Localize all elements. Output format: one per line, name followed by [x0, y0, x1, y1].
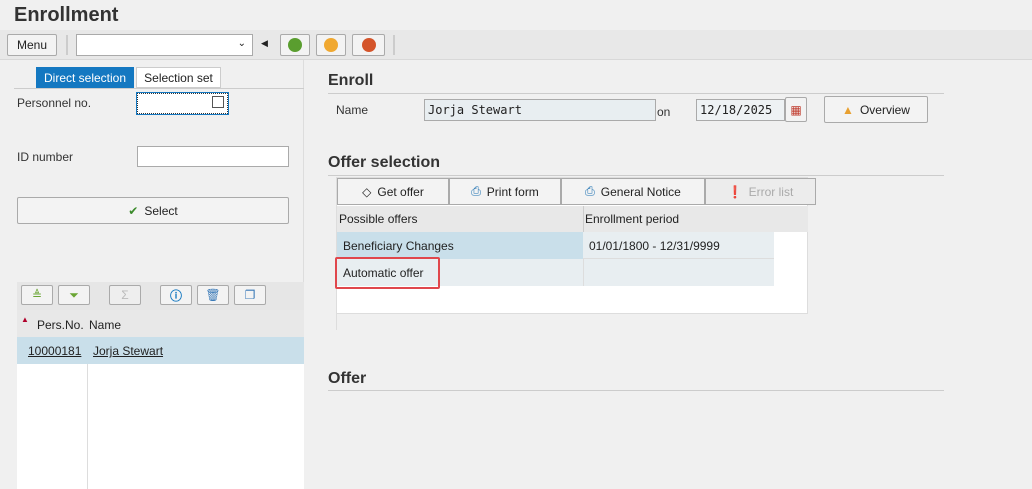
printer-icon: ⎙ — [471, 184, 481, 198]
divider — [328, 175, 944, 176]
trash-icon: 🗑 — [205, 288, 221, 302]
details-button[interactable]: ⓘ — [160, 285, 192, 305]
delete-button[interactable]: 🗑 — [197, 285, 229, 305]
menu-button[interactable]: Menu — [7, 34, 57, 56]
calendar-icon: ▦ — [790, 102, 802, 117]
page-title: Enrollment — [14, 4, 119, 26]
toolbar: Menu ⌄ ◀ — [0, 30, 1032, 60]
date-field[interactable]: 12/18/2025 — [696, 99, 785, 121]
value-help-icon[interactable] — [212, 96, 224, 108]
personnel-input[interactable] — [136, 92, 229, 115]
print-form-button[interactable]: ⎙ Print form — [449, 178, 561, 205]
printer-icon: ⎙ — [585, 184, 595, 198]
selection-area — [14, 88, 304, 278]
button-label: Get offer — [377, 184, 424, 199]
divider — [393, 35, 395, 55]
sort-ascending-icon: ≜ — [31, 288, 43, 302]
tab-selection-set[interactable]: Selection set — [136, 67, 221, 88]
command-field[interactable]: ⌄ — [76, 34, 253, 56]
copy-icon: ❐ — [244, 288, 256, 302]
name-field: Jorja Stewart — [424, 99, 656, 121]
total-button[interactable]: Σ — [109, 285, 141, 305]
filter-button[interactable]: ⏷ — [58, 285, 90, 305]
column-possible-offers[interactable]: Possible offers — [339, 212, 418, 226]
sum-icon: Σ — [121, 288, 129, 302]
info-icon: ⓘ — [169, 288, 182, 303]
name-link[interactable]: Jorja Stewart — [93, 344, 163, 358]
enroll-title: Enroll — [328, 72, 374, 89]
tab-label: Direct selection — [43, 70, 127, 85]
personnel-label: Personnel no. — [17, 96, 92, 110]
id-label: ID number — [17, 150, 74, 164]
list-header: ▲ Pers.No. Name — [17, 310, 304, 337]
offer-selection-title: Offer selection — [328, 154, 441, 171]
divider — [328, 390, 944, 391]
layout-button[interactable]: ❐ — [234, 285, 266, 305]
sort-indicator-icon: ▲ — [21, 315, 29, 324]
calendar-button[interactable]: ▦ — [785, 97, 807, 122]
highlight-box — [335, 257, 440, 289]
offer-name: Beneficiary Changes — [343, 239, 454, 253]
list-body — [17, 364, 304, 489]
select-label: Select — [144, 203, 178, 218]
table-row[interactable]: 10000181 Jorja Stewart — [17, 337, 304, 364]
document-icon: ◇ — [362, 184, 372, 199]
date-value: 12/18/2025 — [700, 103, 773, 117]
tab-direct-selection[interactable]: Direct selection — [36, 67, 134, 88]
general-notice-button[interactable]: ⎙ General Notice — [561, 178, 705, 205]
back-button[interactable] — [280, 34, 310, 56]
table-row[interactable]: Beneficiary Changes 01/01/1800 - 12/31/9… — [337, 232, 774, 259]
column-enrollment-period[interactable]: Enrollment period — [585, 212, 679, 226]
offer-period: 01/01/1800 - 12/31/9999 — [589, 239, 720, 253]
select-button[interactable]: ✔ Select — [17, 197, 289, 224]
exit-button[interactable] — [316, 34, 346, 56]
error-list-button: ❗ Error list — [705, 178, 816, 205]
exit-icon — [324, 38, 338, 52]
tab-label: Selection set — [144, 70, 213, 85]
cancel-button[interactable] — [352, 34, 385, 56]
button-label: General Notice — [600, 184, 681, 199]
sort-ascending-button[interactable]: ≜ — [21, 285, 53, 305]
overview-button[interactable]: ▲ Overview — [824, 96, 928, 123]
name-value: Jorja Stewart — [428, 103, 522, 117]
check-icon: ✔ — [128, 203, 139, 218]
filter-icon: ⏷ — [69, 287, 79, 302]
column-name[interactable]: Name — [89, 318, 121, 332]
overview-icon: ▲ — [842, 102, 854, 117]
list-toolbar: ≜ ⏷ Σ ⓘ 🗑 ❐ — [17, 282, 304, 310]
button-label: Error list — [748, 184, 794, 199]
menu-label: Menu — [16, 38, 48, 52]
name-label: Name — [336, 103, 369, 117]
left-panel: Direct selection Selection set Personnel… — [0, 60, 304, 489]
on-label: on — [657, 105, 671, 119]
offer-title: Offer — [328, 370, 367, 387]
cancel-icon — [361, 38, 376, 52]
id-input[interactable] — [137, 146, 289, 167]
get-offer-button[interactable]: ◇ Get offer — [337, 178, 449, 205]
chevron-down-icon[interactable]: ⌄ — [238, 38, 246, 49]
column-pers-no[interactable]: Pers.No. — [37, 318, 84, 332]
button-label: Print form — [486, 184, 539, 199]
table-header: Possible offers Enrollment period — [337, 206, 808, 232]
overview-label: Overview — [859, 102, 910, 117]
offer-table: ◇ Get offer ⎙ Print form ⎙ General Notice ❗… — [335, 177, 816, 330]
divider — [66, 35, 68, 55]
table-footer — [337, 313, 808, 330]
pers-no-link[interactable]: 10000181 — [28, 344, 81, 358]
collapse-left-icon[interactable]: ◀ — [261, 38, 268, 49]
divider — [328, 93, 944, 94]
error-icon: ❗ — [727, 184, 743, 199]
back-icon — [288, 38, 302, 52]
